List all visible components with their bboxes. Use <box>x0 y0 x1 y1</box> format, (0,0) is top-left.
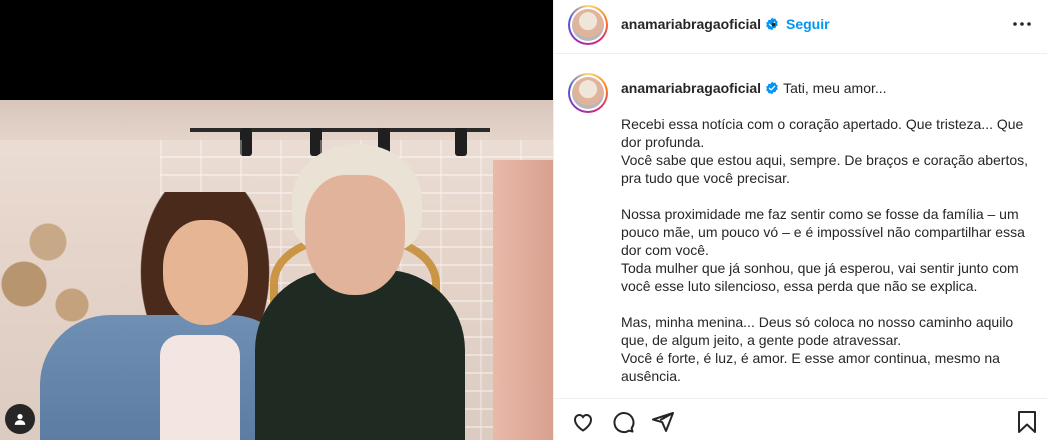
send-icon <box>652 412 674 432</box>
share-button[interactable] <box>650 409 676 435</box>
photo-person-left-face <box>163 220 248 325</box>
more-options-icon <box>1013 22 1031 26</box>
photo-light-rail <box>190 128 490 132</box>
caption-area: anamariabragaoficial Tati, meu amor... R… <box>554 55 1047 395</box>
caption-line: Recebi essa notícia com o coração aperta… <box>621 116 1024 150</box>
post-media[interactable] <box>0 0 553 440</box>
author-avatar[interactable] <box>568 5 608 45</box>
heart-icon <box>573 413 593 432</box>
comment-button[interactable] <box>610 409 636 435</box>
header-separator: • <box>771 16 776 32</box>
photo-curtain <box>493 160 553 440</box>
user-tag-button[interactable] <box>5 404 35 434</box>
caption-line: Toda mulher que já sonhou, que já espero… <box>621 260 1019 294</box>
comment-icon <box>613 412 635 434</box>
save-button[interactable] <box>1014 409 1040 435</box>
caption-author-avatar[interactable] <box>568 73 608 113</box>
caption-text: Recebi essa notícia com o coração aperta… <box>621 115 1041 385</box>
caption-line: Você é forte, é luz, é amor. E esse amor… <box>621 350 1000 384</box>
author-username-text[interactable]: anamariabragaoficial <box>621 16 761 32</box>
caption-header: anamariabragaoficial Tati, meu amor... <box>621 80 887 96</box>
caption-line: Mas, minha menina... Deus só coloca no n… <box>621 314 1014 348</box>
caption-line: Nossa proximidade me faz sentir como se … <box>621 206 1025 258</box>
photo-person-left-shirt <box>160 335 240 440</box>
photo-person-right-face <box>305 175 405 295</box>
bookmark-icon <box>1018 411 1036 433</box>
caption-paragraph-gap <box>621 295 1041 313</box>
caption-username[interactable]: anamariabragaoficial <box>621 80 761 96</box>
follow-button[interactable]: Seguir <box>786 16 830 32</box>
photo-person-right-sweater <box>255 270 465 440</box>
post-actions-bar <box>554 398 1047 440</box>
like-button[interactable] <box>570 409 596 435</box>
verified-badge-icon <box>766 81 778 95</box>
post-header: anamariabragaoficial • Seguir <box>554 0 1047 54</box>
caption-title: Tati, meu amor... <box>783 80 887 96</box>
caption-line: Você sabe que estou aqui, sempre. De bra… <box>621 152 1029 186</box>
user-tag-icon <box>14 414 26 425</box>
photo-ceiling <box>0 100 553 140</box>
author-avatar-image <box>572 9 604 41</box>
post-photo <box>0 100 553 440</box>
caption-paragraph-gap <box>621 187 1041 205</box>
author-username[interactable]: anamariabragaoficial <box>621 16 779 32</box>
post-side-panel: anamariabragaoficial • Seguir anamariabr… <box>553 0 1047 440</box>
more-options-button[interactable] <box>1010 12 1034 36</box>
caption-author-avatar-image <box>572 77 604 109</box>
